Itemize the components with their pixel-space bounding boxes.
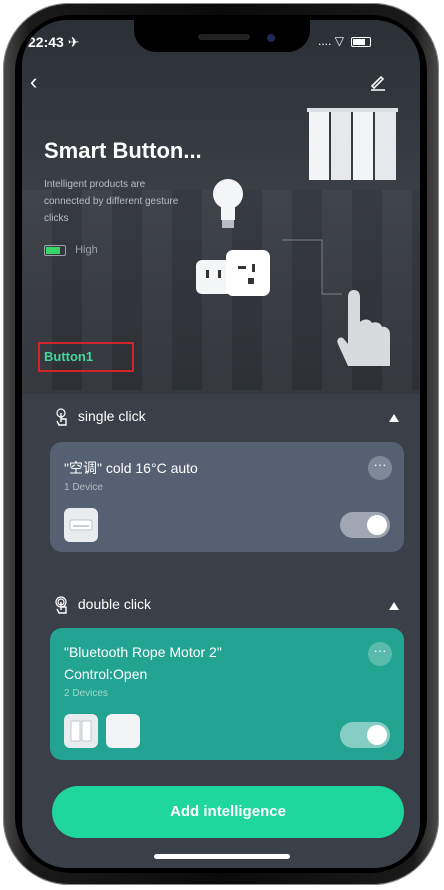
signal-icon: ....: [318, 34, 332, 48]
screen: 22:43 ✈ .... ▽ ‹ Smart Button... Intelli…: [22, 20, 420, 868]
double-click-label: double click: [77, 596, 152, 612]
battery-fill: [46, 246, 61, 254]
single-click-toggle[interactable]: [340, 512, 390, 538]
double-tap-icon: [55, 596, 67, 614]
card-device-count: 2 Devices: [64, 688, 108, 699]
battery-label: High: [75, 244, 98, 256]
double-click-header[interactable]: double click: [54, 596, 151, 614]
camera: [267, 34, 275, 42]
more-options-icon[interactable]: ···: [368, 642, 392, 666]
double-click-toggle[interactable]: [340, 722, 390, 748]
collapse-arrow-icon[interactable]: [388, 413, 400, 423]
single-click-header[interactable]: single click: [54, 408, 146, 426]
hand-icon: [337, 290, 390, 366]
bulb-icon: [213, 179, 243, 228]
card-device-count: 1 Device: [64, 482, 103, 493]
header-scene: 22:43 ✈ .... ▽ ‹ Smart Button... Intelli…: [22, 20, 420, 390]
ac-device-icon: [64, 508, 98, 542]
card-title: "空调" cold 16°C auto: [64, 460, 198, 476]
button-tab-label[interactable]: Button1: [44, 349, 93, 364]
wifi-icon: ▽: [334, 34, 344, 48]
curtain-device-icon: [64, 714, 98, 748]
card-title-line2: Control:Open: [64, 666, 148, 682]
card-title-line1: "Bluetooth Rope Motor 2": [64, 644, 222, 660]
edit-icon[interactable]: [368, 72, 388, 92]
single-click-card[interactable]: "空调" cold 16°C auto 1 Device ···: [50, 442, 404, 552]
add-intelligence-button[interactable]: Add intelligence: [52, 786, 404, 838]
single-tap-icon: [56, 408, 67, 426]
single-click-label: single click: [77, 408, 146, 424]
battery-status: High: [44, 244, 98, 256]
status-icons: .... ▽: [318, 34, 372, 48]
battery-icon: [351, 36, 372, 47]
smart-plug-icon: [196, 250, 270, 296]
collapse-arrow-icon[interactable]: [388, 601, 400, 611]
toggle-knob: [367, 515, 387, 535]
battery-level-icon: [44, 244, 66, 256]
curtain-icon: [307, 108, 398, 180]
decor-lines: [282, 239, 342, 295]
more-options-icon[interactable]: ···: [368, 456, 392, 480]
ac-unit-icon: [69, 519, 93, 531]
page-subtitle: Intelligent products are connected by di…: [44, 179, 179, 224]
back-chevron-icon[interactable]: ‹: [30, 71, 44, 93]
speaker: [198, 34, 250, 40]
double-click-card[interactable]: "Bluetooth Rope Motor 2" Control:Open 2 …: [50, 628, 404, 760]
toggle-knob: [367, 725, 387, 745]
status-time: 22:43 ✈: [28, 34, 80, 50]
blank-device-icon: [106, 714, 140, 748]
curtain-motor-icon: [70, 720, 92, 742]
home-indicator: [154, 854, 290, 859]
page-title: Smart Button...: [44, 138, 202, 163]
